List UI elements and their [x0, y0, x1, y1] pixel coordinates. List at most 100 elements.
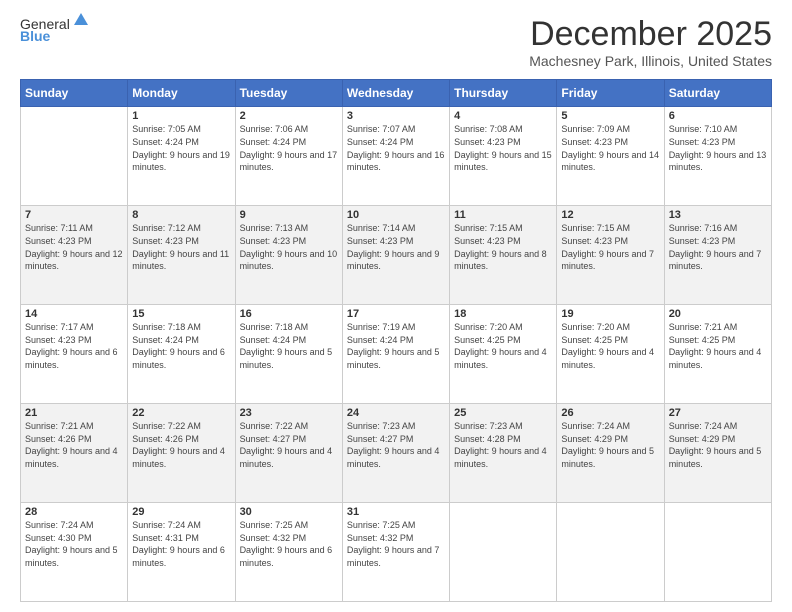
day-number: 14 — [25, 308, 123, 320]
day-cell: 3 Sunrise: 7:07 AMSunset: 4:24 PMDaylight… — [342, 107, 449, 206]
day-number: 21 — [25, 407, 123, 419]
header: General Blue December 2025 Machesney Par… — [20, 16, 772, 69]
day-cell: 8 Sunrise: 7:12 AMSunset: 4:23 PMDaylight… — [128, 206, 235, 305]
day-info: Sunrise: 7:24 AMSunset: 4:31 PMDaylight:… — [132, 520, 225, 568]
day-cell: 17 Sunrise: 7:19 AMSunset: 4:24 PMDayligh… — [342, 305, 449, 404]
day-number: 15 — [132, 308, 230, 320]
location: Machesney Park, Illinois, United States — [529, 53, 772, 69]
day-number: 18 — [454, 308, 552, 320]
day-info: Sunrise: 7:22 AMSunset: 4:26 PMDaylight:… — [132, 421, 225, 469]
day-info: Sunrise: 7:14 AMSunset: 4:23 PMDaylight:… — [347, 223, 440, 271]
day-cell: 12 Sunrise: 7:15 AMSunset: 4:23 PMDayligh… — [557, 206, 664, 305]
day-cell: 29 Sunrise: 7:24 AMSunset: 4:31 PMDayligh… — [128, 503, 235, 602]
day-number: 23 — [240, 407, 338, 419]
day-cell: 20 Sunrise: 7:21 AMSunset: 4:25 PMDayligh… — [664, 305, 771, 404]
month-title: December 2025 — [529, 16, 772, 53]
day-cell: 26Sunrise: 7:24 AMSunset: 4:29 PMDayligh… — [557, 404, 664, 503]
day-cell: 13 Sunrise: 7:16 AMSunset: 4:23 PMDayligh… — [664, 206, 771, 305]
day-number: 30 — [240, 506, 338, 518]
col-header-tuesday: Tuesday — [235, 80, 342, 107]
day-number: 25 — [454, 407, 552, 419]
day-number: 20 — [669, 308, 767, 320]
day-info: Sunrise: 7:12 AMSunset: 4:23 PMDaylight:… — [132, 223, 229, 271]
day-number: 4 — [454, 110, 552, 122]
day-cell — [664, 503, 771, 602]
day-number: 29 — [132, 506, 230, 518]
page: General Blue December 2025 Machesney Par… — [0, 0, 792, 612]
day-info: Sunrise: 7:20 AMSunset: 4:25 PMDaylight:… — [561, 322, 654, 370]
col-header-friday: Friday — [557, 80, 664, 107]
day-info: Sunrise: 7:07 AMSunset: 4:24 PMDaylight:… — [347, 124, 445, 172]
day-cell: 22 Sunrise: 7:22 AMSunset: 4:26 PMDayligh… — [128, 404, 235, 503]
day-number: 28 — [25, 506, 123, 518]
day-info: Sunrise: 7:23 AMSunset: 4:27 PMDaylight:… — [347, 421, 440, 469]
day-info: Sunrise: 7:24 AMSunset: 4:30 PMDaylight:… — [25, 520, 118, 568]
col-header-wednesday: Wednesday — [342, 80, 449, 107]
day-info: Sunrise: 7:18 AMSunset: 4:24 PMDaylight:… — [132, 322, 225, 370]
day-info: Sunrise: 7:20 AMSunset: 4:25 PMDaylight:… — [454, 322, 547, 370]
day-cell — [557, 503, 664, 602]
day-cell: 21Sunrise: 7:21 AMSunset: 4:26 PMDayligh… — [21, 404, 128, 503]
day-info: Sunrise: 7:21 AMSunset: 4:25 PMDaylight:… — [669, 322, 762, 370]
day-cell: 5Sunrise: 7:09 AMSunset: 4:23 PMDaylight… — [557, 107, 664, 206]
day-number: 7 — [25, 209, 123, 221]
day-info: Sunrise: 7:22 AMSunset: 4:27 PMDaylight:… — [240, 421, 333, 469]
day-number: 31 — [347, 506, 445, 518]
day-cell: 25 Sunrise: 7:23 AMSunset: 4:28 PMDayligh… — [450, 404, 557, 503]
col-header-monday: Monday — [128, 80, 235, 107]
day-cell: 27 Sunrise: 7:24 AMSunset: 4:29 PMDayligh… — [664, 404, 771, 503]
logo-icon — [72, 11, 90, 29]
day-cell: 28 Sunrise: 7:24 AMSunset: 4:30 PMDayligh… — [21, 503, 128, 602]
day-info: Sunrise: 7:17 AMSunset: 4:23 PMDaylight:… — [25, 322, 118, 370]
day-info: Sunrise: 7:11 AMSunset: 4:23 PMDaylight:… — [25, 223, 123, 271]
day-cell: 24Sunrise: 7:23 AMSunset: 4:27 PMDayligh… — [342, 404, 449, 503]
day-info: Sunrise: 7:23 AMSunset: 4:28 PMDaylight:… — [454, 421, 547, 469]
day-info: Sunrise: 7:24 AMSunset: 4:29 PMDaylight:… — [669, 421, 762, 469]
day-cell: 4 Sunrise: 7:08 AMSunset: 4:23 PMDaylight… — [450, 107, 557, 206]
day-info: Sunrise: 7:05 AMSunset: 4:24 PMDaylight:… — [132, 124, 230, 172]
week-row-1: 1 Sunrise: 7:05 AMSunset: 4:24 PMDaylight… — [21, 107, 772, 206]
col-header-sunday: Sunday — [21, 80, 128, 107]
logo-blue: Blue — [20, 28, 50, 44]
day-number: 8 — [132, 209, 230, 221]
day-number: 17 — [347, 308, 445, 320]
day-info: Sunrise: 7:16 AMSunset: 4:23 PMDaylight:… — [669, 223, 762, 271]
day-cell: 6Sunrise: 7:10 AMSunset: 4:23 PMDaylight… — [664, 107, 771, 206]
day-info: Sunrise: 7:25 AMSunset: 4:32 PMDaylight:… — [347, 520, 440, 568]
calendar-table: SundayMondayTuesdayWednesdayThursdayFrid… — [20, 79, 772, 602]
day-number: 11 — [454, 209, 552, 221]
week-row-5: 28 Sunrise: 7:24 AMSunset: 4:30 PMDayligh… — [21, 503, 772, 602]
day-number: 10 — [347, 209, 445, 221]
day-number: 27 — [669, 407, 767, 419]
day-cell: 18 Sunrise: 7:20 AMSunset: 4:25 PMDayligh… — [450, 305, 557, 404]
week-row-4: 21Sunrise: 7:21 AMSunset: 4:26 PMDayligh… — [21, 404, 772, 503]
logo: General Blue — [20, 16, 90, 44]
day-cell — [450, 503, 557, 602]
day-info: Sunrise: 7:18 AMSunset: 4:24 PMDaylight:… — [240, 322, 333, 370]
day-cell — [21, 107, 128, 206]
day-info: Sunrise: 7:19 AMSunset: 4:24 PMDaylight:… — [347, 322, 440, 370]
day-number: 3 — [347, 110, 445, 122]
day-cell: 14 Sunrise: 7:17 AMSunset: 4:23 PMDayligh… — [21, 305, 128, 404]
day-info: Sunrise: 7:08 AMSunset: 4:23 PMDaylight:… — [454, 124, 552, 172]
day-cell: 23 Sunrise: 7:22 AMSunset: 4:27 PMDayligh… — [235, 404, 342, 503]
day-cell: 31 Sunrise: 7:25 AMSunset: 4:32 PMDayligh… — [342, 503, 449, 602]
day-info: Sunrise: 7:06 AMSunset: 4:24 PMDaylight:… — [240, 124, 338, 172]
day-info: Sunrise: 7:24 AMSunset: 4:29 PMDaylight:… — [561, 421, 654, 469]
day-number: 16 — [240, 308, 338, 320]
col-header-thursday: Thursday — [450, 80, 557, 107]
day-cell: 19Sunrise: 7:20 AMSunset: 4:25 PMDayligh… — [557, 305, 664, 404]
day-cell: 30 Sunrise: 7:25 AMSunset: 4:32 PMDayligh… — [235, 503, 342, 602]
day-info: Sunrise: 7:13 AMSunset: 4:23 PMDaylight:… — [240, 223, 338, 271]
day-info: Sunrise: 7:10 AMSunset: 4:23 PMDaylight:… — [669, 124, 767, 172]
day-cell: 1 Sunrise: 7:05 AMSunset: 4:24 PMDaylight… — [128, 107, 235, 206]
day-number: 22 — [132, 407, 230, 419]
day-info: Sunrise: 7:25 AMSunset: 4:32 PMDaylight:… — [240, 520, 333, 568]
day-number: 12 — [561, 209, 659, 221]
day-number: 5 — [561, 110, 659, 122]
day-number: 13 — [669, 209, 767, 221]
day-info: Sunrise: 7:15 AMSunset: 4:23 PMDaylight:… — [561, 223, 654, 271]
week-row-3: 14 Sunrise: 7:17 AMSunset: 4:23 PMDayligh… — [21, 305, 772, 404]
day-number: 1 — [132, 110, 230, 122]
day-cell: 15 Sunrise: 7:18 AMSunset: 4:24 PMDayligh… — [128, 305, 235, 404]
